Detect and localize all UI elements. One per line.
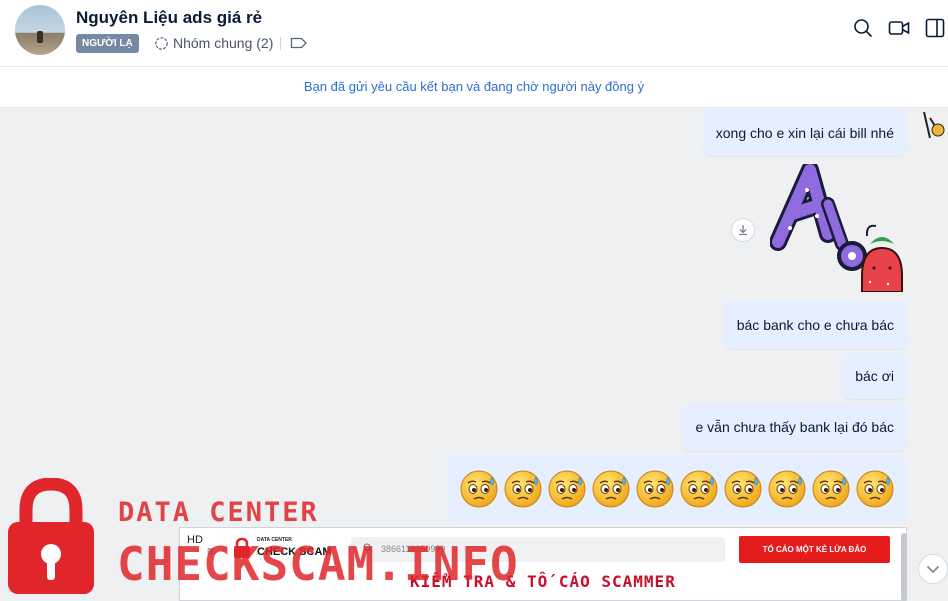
message-bubble[interactable]: bác bank cho e chưa bác	[723, 301, 907, 349]
message-bubble[interactable]: bác ơi	[842, 353, 907, 399]
sweating-face-emoji	[592, 470, 630, 508]
common-groups[interactable]: Nhóm chung (2)	[154, 35, 273, 51]
search-icon[interactable]	[853, 18, 873, 38]
avatar[interactable]	[15, 5, 65, 55]
watermark-line2: CHECKSCAM.INFO	[117, 537, 519, 591]
sticker-alo[interactable]	[770, 164, 905, 292]
watermark-line1: DATA CENTER	[118, 497, 319, 528]
sweating-face-emoji	[724, 470, 762, 508]
sweating-face-emoji	[504, 470, 542, 508]
common-groups-label: Nhóm chung (2)	[173, 35, 274, 51]
sweating-face-emoji	[460, 470, 498, 508]
friend-request-notice: Bạn đã gửi yêu cầu kết bạn và đang chờ n…	[0, 67, 948, 108]
group-icon	[155, 36, 168, 50]
message-text: e vẫn chưa thấy bank lại đó bác	[695, 419, 894, 435]
message-text: bác bank cho e chưa bác	[736, 317, 894, 333]
tag-icon[interactable]	[290, 36, 308, 50]
sweating-face-emoji	[636, 470, 674, 508]
sweating-face-emoji	[680, 470, 718, 508]
message-bubble[interactable]: e vẫn chưa thấy bank lại đó bác	[682, 403, 907, 451]
contact-name[interactable]: Nguyên Liệu ads giá rẻ	[76, 8, 262, 28]
download-icon	[739, 225, 747, 236]
emoji-message-bubble[interactable]	[447, 455, 907, 523]
video-call-icon[interactable]	[888, 18, 910, 38]
sticker-thumbnail	[923, 111, 945, 139]
message-bubble[interactable]: xong cho e xin lại cái bill nhé	[702, 109, 907, 156]
message-text: xong cho e xin lại cái bill nhé	[715, 124, 894, 141]
download-button[interactable]	[731, 218, 755, 242]
sweating-face-emoji	[856, 470, 894, 508]
padlock-logo	[8, 478, 94, 594]
stranger-badge: NGƯỜI LẠ	[76, 34, 139, 53]
scroll-to-bottom-button[interactable]	[918, 554, 948, 584]
sidebar-toggle-icon[interactable]	[925, 18, 945, 38]
sweating-face-emoji	[548, 470, 586, 508]
chat-header: Nguyên Liệu ads giá rẻ NGƯỜI LẠ Nhóm chu…	[0, 0, 948, 67]
scrollbar[interactable]	[901, 533, 907, 601]
message-text: bác ơi	[855, 368, 894, 384]
sweating-face-emoji	[768, 470, 806, 508]
chevron-down-icon	[926, 565, 940, 574]
report-scammer-button: TỐ CÁO MỘT KẺ LỪA ĐẢO	[739, 536, 890, 563]
divider	[280, 37, 281, 50]
sweating-face-emoji	[812, 470, 850, 508]
